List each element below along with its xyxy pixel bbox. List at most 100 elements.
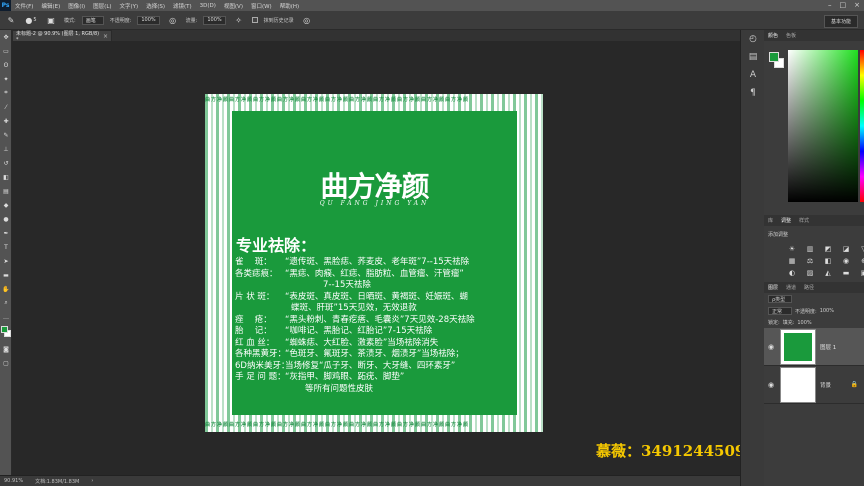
- opacity-field[interactable]: 100%: [137, 15, 160, 25]
- brightness-icon[interactable]: ☀: [786, 245, 798, 253]
- status-bar: 90.91% 文档:1.83M/1.83M ›: [0, 475, 740, 486]
- history-brush-icon[interactable]: ↺: [0, 156, 12, 170]
- visibility-eye-icon[interactable]: ◉: [768, 343, 776, 351]
- visibility-eye-icon[interactable]: ◉: [768, 381, 776, 389]
- menu-edit[interactable]: 编辑(E): [37, 2, 64, 10]
- color-panel-tabs: 颜色 色板: [764, 30, 864, 41]
- curves-icon[interactable]: ◩: [822, 245, 834, 253]
- document-tab[interactable]: 未标题-2 @ 90.9% (图层 1, RGB/8) * ×: [12, 30, 112, 43]
- menu-image[interactable]: 图像(I): [64, 2, 89, 10]
- channel-mixer-icon[interactable]: ⊕: [858, 257, 864, 265]
- menu-select[interactable]: 选择(S): [142, 2, 169, 10]
- tab-swatches[interactable]: 色板: [786, 32, 796, 39]
- brush-tool-icon[interactable]: ✎: [0, 128, 12, 142]
- layer-row[interactable]: ◉ 图层 1: [764, 328, 864, 366]
- lock-icon: 🔒: [850, 381, 858, 388]
- panel-foreground-swatch[interactable]: [769, 52, 779, 62]
- photo-filter-icon[interactable]: ◉: [840, 257, 852, 265]
- healing-brush-icon[interactable]: ✚: [0, 114, 12, 128]
- gradient-icon[interactable]: ▤: [0, 184, 12, 198]
- path-select-icon[interactable]: ➤: [0, 254, 12, 268]
- layer-row[interactable]: ◉ 背景 🔒: [764, 366, 864, 404]
- flow-field[interactable]: 100%: [203, 15, 226, 25]
- color-balance-icon[interactable]: ⚖: [804, 257, 816, 265]
- tab-channels[interactable]: 通道: [786, 284, 796, 291]
- document-tab-close-icon[interactable]: ×: [103, 33, 111, 40]
- move-tool-icon[interactable]: ✥: [0, 30, 12, 44]
- threshold-icon[interactable]: ◭: [822, 269, 834, 277]
- blur-icon[interactable]: ◆: [0, 198, 12, 212]
- airbrush-icon[interactable]: ✧: [232, 14, 246, 27]
- fill-value[interactable]: 100%: [797, 320, 811, 326]
- menu-window[interactable]: 窗口(W): [247, 2, 276, 10]
- gradient-map-icon[interactable]: ▬: [840, 269, 852, 277]
- zoom-level[interactable]: 90.91%: [4, 478, 23, 484]
- blend-mode-select[interactable]: 正常: [768, 307, 792, 315]
- tab-color[interactable]: 颜色: [768, 32, 778, 39]
- menu-help[interactable]: 帮助(H): [276, 2, 303, 10]
- color-swatches[interactable]: [0, 324, 11, 342]
- document-canvas[interactable]: 曲方净颜曲方净颜曲方净颜曲方净颜曲方净颜曲方净颜曲方净颜曲方净颜曲方净颜曲方净颜…: [205, 94, 543, 432]
- dodge-icon[interactable]: ●: [0, 212, 12, 226]
- erase-history-checkbox[interactable]: [251, 17, 258, 23]
- brush-size-picker[interactable]: ● 5: [24, 14, 38, 27]
- hue-slider[interactable]: [860, 50, 864, 202]
- close-button[interactable]: ×: [854, 1, 860, 9]
- color-picker-field[interactable]: [788, 50, 858, 202]
- quick-select-icon[interactable]: ✦: [0, 72, 12, 86]
- mode-select[interactable]: 画笔: [81, 15, 104, 25]
- workspace-select[interactable]: 基本功能: [823, 15, 858, 28]
- selective-color-icon[interactable]: ▣: [858, 269, 864, 277]
- hand-tool-icon[interactable]: ✋: [0, 282, 12, 296]
- levels-icon[interactable]: ▥: [804, 245, 816, 253]
- pressure-size-icon[interactable]: ◎: [300, 14, 314, 27]
- maximize-button[interactable]: □: [840, 1, 847, 9]
- black-white-icon[interactable]: ◧: [822, 257, 834, 265]
- paragraph-panel-icon[interactable]: ¶: [741, 84, 765, 102]
- hue-saturation-icon[interactable]: ▦: [786, 257, 798, 265]
- menu-type[interactable]: 文字(Y): [116, 2, 143, 10]
- type-tool-icon[interactable]: T: [0, 240, 12, 254]
- layer-opacity-value[interactable]: 100%: [820, 308, 834, 314]
- minimize-button[interactable]: –: [828, 1, 832, 9]
- menu-3d[interactable]: 3D(D): [196, 3, 220, 9]
- history-panel-icon[interactable]: ◴: [741, 30, 765, 48]
- eyedropper-icon[interactable]: ⁄: [0, 100, 12, 114]
- pressure-opacity-icon[interactable]: ◎: [166, 14, 180, 27]
- brush-size-value: 5: [33, 17, 37, 23]
- stamp-tool-icon[interactable]: ⊥: [0, 142, 12, 156]
- vibrance-icon[interactable]: ▽: [858, 245, 864, 253]
- layer-kind-filter[interactable]: ρ类型: [768, 295, 792, 303]
- marquee-tool-icon[interactable]: ▭: [0, 44, 12, 58]
- exposure-icon[interactable]: ◪: [840, 245, 852, 253]
- screen-mode-icon[interactable]: ▢: [0, 356, 12, 370]
- shape-tool-icon[interactable]: ▬: [0, 268, 12, 282]
- lasso-tool-icon[interactable]: ʘ: [0, 58, 12, 72]
- add-adjustment-label: 添加调整: [768, 232, 789, 238]
- zoom-tool-icon[interactable]: ⌕: [0, 296, 12, 310]
- brush-panel-icon[interactable]: ▣: [44, 14, 58, 27]
- crop-tool-icon[interactable]: ⌗: [0, 86, 12, 100]
- character-panel-icon[interactable]: A: [741, 66, 765, 84]
- invert-icon[interactable]: ◐: [786, 269, 798, 277]
- posterize-icon[interactable]: ▨: [804, 269, 816, 277]
- quick-mask-icon[interactable]: ◙: [0, 342, 12, 356]
- brush-icon[interactable]: ✎: [4, 14, 18, 27]
- menu-view[interactable]: 视图(V): [220, 2, 247, 10]
- tab-libraries[interactable]: 库: [768, 217, 773, 224]
- tab-paths[interactable]: 路径: [804, 284, 814, 291]
- adjustments-panel-tabs: 库 调整 样式: [764, 215, 864, 226]
- foreground-color-swatch[interactable]: [1, 326, 8, 333]
- pen-tool-icon[interactable]: ✒: [0, 226, 12, 240]
- properties-panel-icon[interactable]: ▤: [741, 48, 765, 66]
- tab-adjustments[interactable]: 调整: [781, 217, 791, 224]
- menu-file[interactable]: 文件(F): [11, 2, 37, 10]
- contact-watermark: 慕薇：3491244509: [596, 442, 746, 460]
- tab-layers[interactable]: 图层: [768, 284, 778, 291]
- tab-styles[interactable]: 样式: [799, 217, 809, 224]
- status-menu-arrow-icon[interactable]: ›: [91, 478, 93, 484]
- menu-layer[interactable]: 图层(L): [89, 2, 115, 10]
- more-tools-icon[interactable]: …: [0, 310, 12, 324]
- menu-filter[interactable]: 滤镜(T): [169, 2, 196, 10]
- eraser-icon[interactable]: ◧: [0, 170, 12, 184]
